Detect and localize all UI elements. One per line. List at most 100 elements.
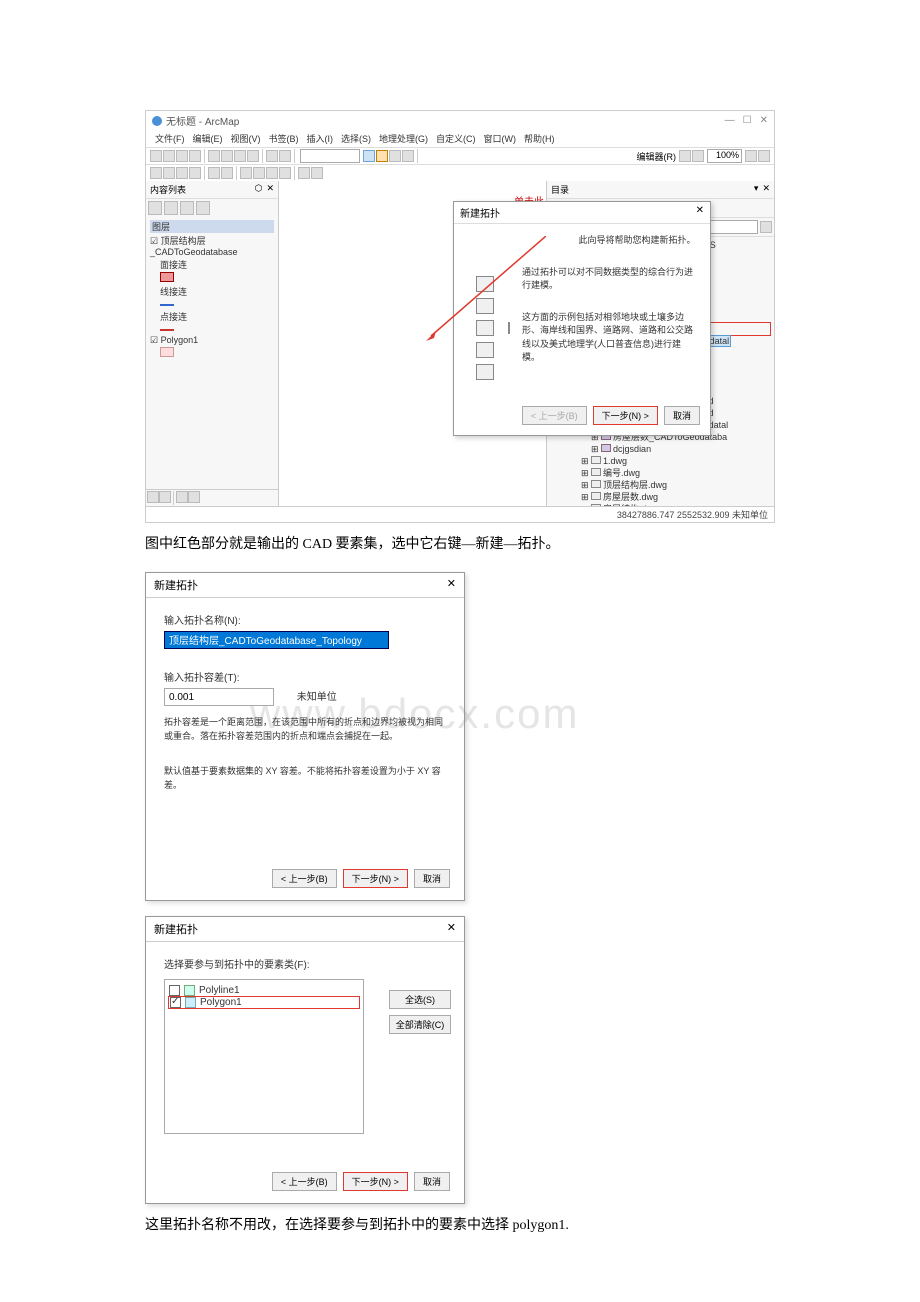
bottom-pause-icon[interactable]	[188, 491, 200, 503]
wizard-cancel-button[interactable]: 取消	[664, 406, 700, 425]
tool-selected-icon[interactable]	[376, 150, 388, 162]
toc-root[interactable]: 图层	[150, 220, 274, 233]
catalog-pin-icon[interactable]: ▾	[754, 183, 759, 196]
toc-list-by-drawing-icon[interactable]	[148, 201, 162, 215]
tool-redo-icon[interactable]	[279, 150, 291, 162]
tool-select-icon[interactable]	[240, 167, 252, 179]
tool-print-icon[interactable]	[189, 150, 201, 162]
tool-editor-icon[interactable]	[679, 150, 691, 162]
toc-layer-0[interactable]: 面接连	[150, 258, 274, 271]
swatch-poly-icon	[160, 272, 174, 282]
topology-name-input[interactable]	[164, 631, 389, 649]
dlg3-close-icon[interactable]: ✕	[447, 921, 456, 937]
tool-drawing-icon[interactable]	[298, 167, 310, 179]
tree-dwg[interactable]: ⊞ 1.dwg	[551, 455, 770, 467]
menu-view[interactable]: 视图(V)	[228, 131, 264, 146]
tool-toolbox-icon[interactable]	[389, 150, 401, 162]
menu-window[interactable]: 窗口(W)	[481, 131, 520, 146]
map-area: 单击此处可以打开目录 新建拓扑 ✕ 此向导将帮助您构建新拓扑。	[279, 181, 546, 506]
fc-listbox[interactable]: Polyline1 Polygon1	[164, 979, 364, 1134]
toc-list-by-visibility-icon[interactable]	[180, 201, 194, 215]
swatch-line-icon	[160, 304, 174, 306]
dlg2-next-button[interactable]: 下一步(N) >	[343, 869, 408, 888]
tool-misc-icon[interactable]	[745, 150, 757, 162]
tool-catalog-icon[interactable]	[363, 150, 375, 162]
tool-cut-icon[interactable]	[208, 150, 220, 162]
fc-row-polyline[interactable]: Polyline1	[169, 985, 359, 996]
tool-full-extent-icon[interactable]	[189, 167, 201, 179]
tool-zoomout-icon[interactable]	[163, 167, 175, 179]
dlg3-next-button[interactable]: 下一步(N) >	[343, 1172, 408, 1191]
dlg2-back-button[interactable]: < 上一步(B)	[272, 869, 337, 888]
toc-layer-2[interactable]: 点接连	[150, 310, 274, 323]
menu-geoprocessing[interactable]: 地理处理(G)	[376, 131, 431, 146]
bottom-view-icon[interactable]	[147, 491, 159, 503]
catalog-close-icon[interactable]: ✕	[762, 183, 770, 196]
editor-label[interactable]: 编辑器(R)	[637, 150, 677, 163]
tolerance-input[interactable]	[164, 688, 274, 706]
menu-help[interactable]: 帮助(H)	[521, 131, 558, 146]
desc-1: 拓扑容差是一个距离范围，在该范围中所有的折点和边界均被视为相同或重合。落在拓扑容…	[164, 716, 446, 743]
menu-bookmark[interactable]: 书签(B)	[266, 131, 302, 146]
tool-measure-icon[interactable]	[279, 167, 291, 179]
menu-edit[interactable]: 编辑(E)	[190, 131, 226, 146]
bottom-refresh-icon[interactable]	[176, 491, 188, 503]
menu-select[interactable]: 选择(S)	[338, 131, 374, 146]
graphic-box-icon	[476, 342, 494, 358]
zoom-box[interactable]: 100%	[707, 149, 742, 163]
dlg3-back-button[interactable]: < 上一步(B)	[272, 1172, 337, 1191]
win-maximize[interactable]: ☐	[743, 115, 752, 126]
tree-dwg[interactable]: ⊞ 顶层结构层.dwg	[551, 479, 770, 491]
unit-label: 未知单位	[297, 692, 337, 703]
clear-all-button[interactable]: 全部清除(C)	[389, 1015, 451, 1034]
select-fc-dialog: 新建拓扑 ✕ 选择要参与到拓扑中的要素类(F): Polyline1 Polyg…	[145, 916, 465, 1204]
tool-copy-icon[interactable]	[221, 150, 233, 162]
win-close[interactable]: ✕	[760, 115, 768, 126]
toc-list-by-selection-icon[interactable]	[196, 201, 210, 215]
tool-fwd-icon[interactable]	[221, 167, 233, 179]
tool-find-icon[interactable]	[266, 167, 278, 179]
tool-back-icon[interactable]	[208, 167, 220, 179]
toc-list-by-source-icon[interactable]	[164, 201, 178, 215]
tool-misc2-icon[interactable]	[758, 150, 770, 162]
tool-open-icon[interactable]	[163, 150, 175, 162]
dlg2-close-icon[interactable]: ✕	[447, 577, 456, 593]
tool-pan-icon[interactable]	[176, 167, 188, 179]
menu-insert[interactable]: 插入(I)	[304, 131, 337, 146]
toc-dataset[interactable]: ☑ 顶层结构层_CADToGeodatabase	[150, 234, 274, 257]
menu-customize[interactable]: 自定义(C)	[433, 131, 479, 146]
toc-pin-icon[interactable]: ⬡	[255, 183, 263, 196]
wizard-close-icon[interactable]: ✕	[696, 205, 704, 220]
dlg3-title: 新建拓扑	[154, 921, 198, 937]
tree-dwg[interactable]: ⊞ 房屋层数.dwg	[551, 491, 770, 503]
toc-layer-1[interactable]: 线接连	[150, 285, 274, 298]
wizard-next-button[interactable]: 下一步(N) >	[593, 406, 658, 425]
tool-zoomin-icon[interactable]	[150, 167, 162, 179]
dlg2-cancel-button[interactable]: 取消	[414, 869, 450, 888]
scale-combo[interactable]	[300, 149, 360, 163]
tool-drawing2-icon[interactable]	[311, 167, 323, 179]
tool-python-icon[interactable]	[402, 150, 414, 162]
menu-file[interactable]: 文件(F)	[152, 131, 188, 146]
select-all-button[interactable]: 全选(S)	[389, 990, 451, 1009]
tool-paste-icon[interactable]	[234, 150, 246, 162]
tree-dwg[interactable]: ⊞ 编号.dwg	[551, 467, 770, 479]
checkbox-polyline[interactable]	[169, 985, 180, 996]
toc-close-icon[interactable]: ✕	[266, 183, 274, 196]
win-minimize[interactable]: —	[725, 115, 735, 126]
tool-new-icon[interactable]	[150, 150, 162, 162]
toc-layer-3[interactable]: ☑ Polygon1	[150, 335, 274, 346]
dlg3-cancel-button[interactable]: 取消	[414, 1172, 450, 1191]
tree-sibling[interactable]: ⊞ dcjgsdian	[551, 443, 770, 455]
fc-row-polygon[interactable]: Polygon1	[169, 997, 359, 1008]
tool-undo-icon[interactable]	[266, 150, 278, 162]
location-go-icon[interactable]	[760, 221, 772, 233]
tree-dwg[interactable]: ⊞ 房屋结构.dwg	[551, 503, 770, 506]
tool-save-icon[interactable]	[176, 150, 188, 162]
tool-editor2-icon[interactable]	[692, 150, 704, 162]
toc-tree: 图层 ☑ 顶层结构层_CADToGeodatabase 面接连 线接连 点接连 …	[146, 217, 278, 362]
bottom-layout-icon[interactable]	[159, 491, 171, 503]
checkbox-polygon[interactable]	[170, 997, 181, 1008]
tool-identify-icon[interactable]	[253, 167, 265, 179]
tool-delete-icon[interactable]	[247, 150, 259, 162]
